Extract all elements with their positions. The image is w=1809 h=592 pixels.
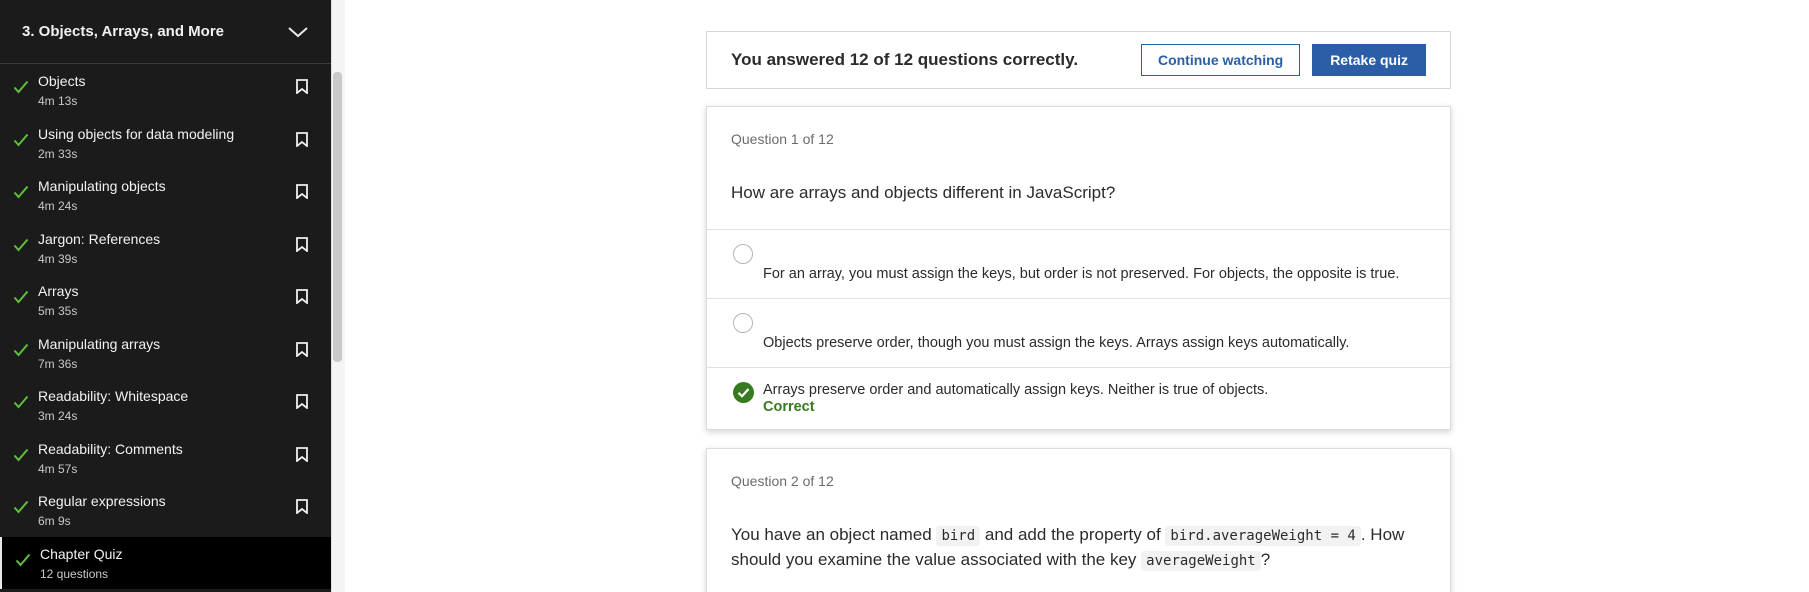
answer-option-text: For an array, you must assign the keys, … bbox=[763, 266, 1400, 282]
lesson-duration: 4m 24s bbox=[38, 199, 78, 213]
lesson-duration: 4m 57s bbox=[38, 461, 78, 476]
check-icon bbox=[13, 343, 29, 357]
sidebar-item-lesson[interactable]: Objects 4m 13s bbox=[0, 64, 331, 117]
sidebar-item-lesson[interactable]: Manipulating objects 4m 24s bbox=[0, 169, 331, 222]
question-text-part: and add the property of bbox=[984, 525, 1161, 544]
question-card: Question 1 of 12 How are arrays and obje… bbox=[706, 106, 1451, 430]
quiz-main: You answered 12 of 12 questions correctl… bbox=[345, 0, 1809, 592]
lesson-duration: 4m 39s bbox=[38, 251, 78, 266]
sidebar-item-chapter-quiz[interactable]: Chapter Quiz 12 questions bbox=[0, 536, 331, 589]
code-snippet: bird.averageWeight = 4 bbox=[1165, 526, 1361, 546]
sidebar-item-lesson[interactable]: Using objects for data modeling 2m 33s bbox=[0, 117, 331, 170]
sidebar-item-lesson[interactable]: Readability: Comments 4m 57s bbox=[0, 432, 331, 485]
lesson-title: Manipulating arrays bbox=[38, 335, 161, 352]
lesson-text: Readability: Whitespace 3m 24s bbox=[38, 388, 288, 424]
radio-button[interactable] bbox=[733, 313, 753, 333]
question-text-part: You have an object named bbox=[731, 525, 932, 544]
sidebar-item-lesson[interactable]: Regular expressions 6m 9s bbox=[0, 484, 331, 537]
lesson-title: Regular expressions bbox=[38, 493, 166, 509]
lesson-title: Manipulating objects bbox=[38, 178, 166, 194]
answer-option-text: Objects preserve order, though you must … bbox=[763, 335, 1350, 351]
chapter-title: 3. Objects, Arrays, and More bbox=[22, 23, 225, 40]
lesson-duration: 6m 9s bbox=[38, 514, 71, 528]
lesson-title: Using objects for data modeling bbox=[38, 125, 235, 142]
question-number: Question 1 of 12 bbox=[731, 131, 834, 147]
question-text-part: ? bbox=[1260, 550, 1271, 569]
check-icon bbox=[13, 133, 29, 147]
sidebar-item-lesson[interactable]: Manipulating arrays 7m 36s bbox=[0, 327, 331, 380]
lesson-duration: 2m 33s bbox=[38, 146, 78, 161]
question-text-part: should you examine the value associated … bbox=[731, 550, 1137, 569]
lesson-duration: 4m 13s bbox=[38, 94, 78, 108]
radio-button[interactable] bbox=[733, 244, 753, 264]
check-icon bbox=[13, 238, 29, 252]
lesson-text: Arrays 5m 35s bbox=[38, 283, 288, 319]
check-icon bbox=[13, 80, 29, 94]
lesson-text: Objects 4m 13s bbox=[38, 73, 288, 109]
correct-label: Correct bbox=[763, 399, 815, 415]
lesson-text: Regular expressions 6m 9s bbox=[38, 493, 288, 529]
question-text: You have an object named bird and add th… bbox=[731, 523, 1431, 573]
bookmark-icon[interactable] bbox=[296, 236, 308, 252]
retake-quiz-button[interactable]: Retake quiz bbox=[1312, 44, 1426, 76]
answer-option-text: Arrays preserve order and automatically … bbox=[763, 382, 1269, 398]
answer-option[interactable]: For an array, you must assign the keys, … bbox=[707, 229, 1450, 298]
lesson-title: Readability: Comments bbox=[38, 440, 183, 457]
check-icon bbox=[15, 553, 31, 567]
course-sidebar: 3. Objects, Arrays, and More Objects 4m 1… bbox=[0, 0, 331, 592]
bookmark-icon[interactable] bbox=[296, 131, 308, 147]
bookmark-icon[interactable] bbox=[296, 184, 308, 199]
lesson-title: Objects bbox=[38, 73, 86, 89]
result-text: You answered 12 of 12 questions correctl… bbox=[731, 50, 1079, 69]
lesson-text: Manipulating arrays 7m 36s bbox=[38, 336, 288, 372]
chevron-down-icon[interactable] bbox=[287, 25, 309, 39]
question-number: Question 2 of 12 bbox=[731, 473, 834, 489]
answer-option[interactable]: Objects preserve order, though you must … bbox=[707, 298, 1450, 367]
code-snippet: bird bbox=[936, 526, 981, 546]
question-text-part: . How bbox=[1360, 525, 1405, 544]
sidebar-item-lesson[interactable]: Readability: Whitespace 3m 24s bbox=[0, 379, 331, 432]
sidebar-item-lesson[interactable]: Jargon: References 4m 39s bbox=[0, 222, 331, 275]
result-bar: You answered 12 of 12 questions correctl… bbox=[706, 31, 1451, 89]
lesson-duration: 7m 36s bbox=[38, 356, 78, 371]
check-icon bbox=[13, 500, 29, 514]
bookmark-icon[interactable] bbox=[296, 394, 308, 409]
code-snippet: averageWeight bbox=[1141, 551, 1261, 571]
bookmark-icon[interactable] bbox=[296, 499, 308, 514]
lesson-text: Using objects for data modeling 2m 33s bbox=[38, 126, 288, 162]
lesson-text: Jargon: References 4m 39s bbox=[38, 231, 288, 267]
lesson-duration: 5m 35s bbox=[38, 304, 78, 318]
bookmark-icon[interactable] bbox=[296, 289, 308, 304]
answer-option-correct[interactable]: Arrays preserve order and automatically … bbox=[707, 367, 1450, 430]
lesson-title: Jargon: References bbox=[38, 230, 161, 247]
lesson-text: Chapter Quiz 12 questions bbox=[40, 546, 290, 582]
lesson-duration: 3m 24s bbox=[38, 409, 78, 423]
sidebar-scrollbar[interactable] bbox=[333, 72, 342, 362]
lesson-title: Arrays bbox=[38, 283, 79, 299]
check-icon bbox=[13, 290, 29, 304]
checkmark-circle-icon bbox=[733, 382, 754, 403]
lesson-list: Objects 4m 13s Using objects for data mode… bbox=[0, 64, 331, 589]
continue-watching-button[interactable]: Continue watching bbox=[1140, 44, 1301, 76]
sidebar-item-lesson[interactable]: Arrays 5m 35s bbox=[0, 274, 331, 327]
lesson-title: Readability: Whitespace bbox=[38, 388, 189, 404]
bookmark-icon[interactable] bbox=[296, 79, 308, 94]
check-icon bbox=[13, 448, 29, 462]
question-text: How are arrays and objects different in … bbox=[731, 183, 1116, 202]
lesson-title: Chapter Quiz bbox=[40, 545, 123, 562]
check-icon bbox=[13, 185, 29, 199]
chapter-header[interactable]: 3. Objects, Arrays, and More bbox=[0, 0, 331, 64]
question-card: Question 2 of 12 You have an object name… bbox=[706, 448, 1451, 592]
lesson-duration: 12 questions bbox=[40, 566, 109, 581]
lesson-text: Manipulating objects 4m 24s bbox=[38, 178, 288, 214]
bookmark-icon[interactable] bbox=[296, 446, 308, 462]
bookmark-icon[interactable] bbox=[296, 341, 308, 357]
check-icon bbox=[13, 395, 29, 409]
lesson-text: Readability: Comments 4m 57s bbox=[38, 441, 288, 477]
